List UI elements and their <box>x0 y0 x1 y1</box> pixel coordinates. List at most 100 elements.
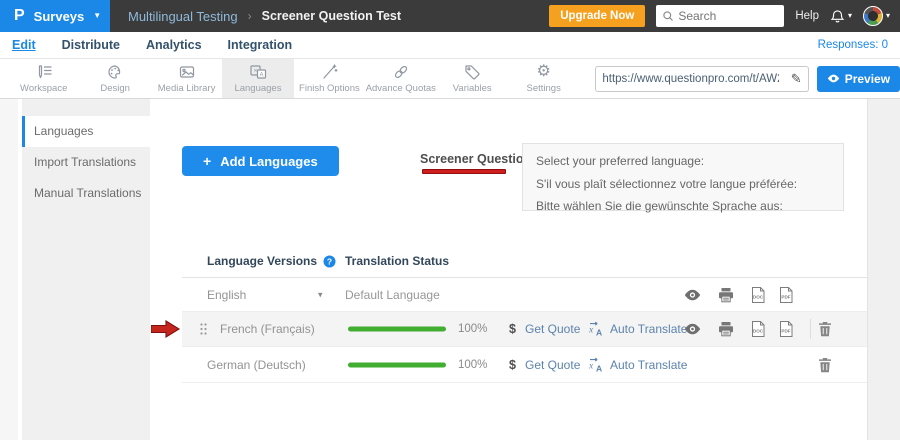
delete-trash-icon[interactable] <box>818 357 832 373</box>
svg-text:x: x <box>588 361 594 371</box>
global-search[interactable] <box>656 5 784 27</box>
languages-panel: + Add Languages Screener Question : Sele… <box>150 99 868 440</box>
help-circle-icon[interactable]: ? <box>323 255 336 268</box>
svg-text:DOC: DOC <box>753 294 764 299</box>
edit-toolbar: Workspace Design Media Library × A Langu… <box>0 59 900 99</box>
toolbar-label: Settings <box>527 83 561 94</box>
breadcrumb-survey-name[interactable]: Multilingual Testing <box>128 9 238 24</box>
sidebar-item-languages[interactable]: Languages <box>22 116 150 147</box>
tag-icon <box>463 63 481 81</box>
screener-option-german: Bitte wählen Sie die gewünschte Sprache … <box>536 195 830 218</box>
preview-button[interactable]: Preview <box>817 66 900 92</box>
gear-icon: ⚙ <box>536 63 550 81</box>
col-translation-status: Translation Status <box>345 254 449 268</box>
sidebar-item-import-translations[interactable]: Import Translations <box>22 147 150 178</box>
delete-trash-icon[interactable] <box>818 321 832 337</box>
get-quote-link[interactable]: Get Quote <box>525 322 580 336</box>
content-area: Languages Import Translations Manual Tra… <box>0 99 900 440</box>
language-name: English <box>207 288 246 302</box>
eye-icon <box>827 72 840 85</box>
preview-eye-icon[interactable] <box>684 323 701 336</box>
svg-text:A: A <box>259 72 263 78</box>
plus-icon: + <box>203 153 211 169</box>
drag-handle-icon[interactable] <box>199 323 208 336</box>
translate-icon: × A <box>249 63 267 81</box>
export-doc-icon[interactable]: DOC <box>750 321 766 338</box>
tab-edit[interactable]: Edit <box>12 38 36 52</box>
help-link[interactable]: Help <box>795 10 819 22</box>
breadcrumb-separator: › <box>248 9 252 23</box>
table-header: Language Versions ? Translation Status <box>182 245 867 278</box>
survey-nav: Edit Distribute Analytics Integration Re… <box>0 32 900 59</box>
translation-progress-bar <box>348 327 446 332</box>
add-languages-button[interactable]: + Add Languages <box>182 146 339 176</box>
translation-percent: 100% <box>458 359 487 371</box>
edit-url-icon[interactable]: ✎ <box>785 71 808 87</box>
preview-label: Preview <box>845 72 890 86</box>
page-margin-right <box>868 99 900 440</box>
dollar-icon[interactable]: $ <box>509 358 516 372</box>
toolbar-item-media-library[interactable]: Media Library <box>151 59 222 98</box>
toolbar-item-languages[interactable]: × A Languages <box>222 59 293 98</box>
auto-translate-icon[interactable]: x A <box>588 357 604 373</box>
toolbar-item-advance-quotas[interactable]: Advance Quotas <box>365 59 436 98</box>
auto-translate-link[interactable]: Auto Translate <box>610 322 687 336</box>
breadcrumb-page-name: Screener Question Test <box>262 9 401 23</box>
get-quote-link[interactable]: Get Quote <box>525 358 580 372</box>
upgrade-now-button[interactable]: Upgrade Now <box>549 5 645 27</box>
dollar-icon[interactable]: $ <box>509 322 516 336</box>
tab-analytics[interactable]: Analytics <box>146 38 202 52</box>
toolbar-item-settings[interactable]: ⚙ Settings <box>508 59 579 98</box>
toolbar-label: Workspace <box>20 83 67 94</box>
screener-option-english: Select your preferred language: <box>536 150 830 173</box>
toolbar-item-finish-options[interactable]: Finish Options <box>294 59 365 98</box>
chevron-down-icon: ▾ <box>886 12 890 20</box>
screener-option-french: S'il vous plaît sélectionnez votre langu… <box>536 173 830 196</box>
breadcrumb: Multilingual Testing › Screener Question… <box>128 9 401 24</box>
toolbar-label: Finish Options <box>299 83 360 94</box>
screener-question-box: Select your preferred language: S'il vou… <box>522 143 844 211</box>
default-language-select[interactable]: ▾ <box>318 289 323 300</box>
annotation-red-arrow <box>151 320 181 338</box>
toolbar-item-design[interactable]: Design <box>79 59 150 98</box>
palette-icon <box>106 63 124 81</box>
export-doc-icon[interactable]: DOC <box>750 286 766 303</box>
table-row-german: German (Deutsch) 100% $ Get Quote x A Au… <box>182 347 867 383</box>
table-row-french: French (Français) 100% $ Get Quote x A A… <box>182 312 867 347</box>
survey-url-input[interactable] <box>596 73 784 85</box>
preview-eye-icon[interactable] <box>684 288 701 301</box>
toolbar-label: Languages <box>234 83 281 94</box>
magic-wand-icon <box>320 63 338 81</box>
sidebar-item-manual-translations[interactable]: Manual Translations <box>22 178 150 209</box>
print-icon[interactable] <box>718 287 734 303</box>
product-name: Surveys <box>34 9 85 24</box>
toolbar-item-variables[interactable]: Variables <box>437 59 508 98</box>
svg-text:DOC: DOC <box>753 329 764 334</box>
language-name: French (Français) <box>220 322 315 336</box>
auto-translate-link[interactable]: Auto Translate <box>610 358 687 372</box>
bell-icon <box>830 9 845 24</box>
notifications-menu[interactable]: ▾ <box>830 9 852 24</box>
tab-integration[interactable]: Integration <box>228 38 293 52</box>
responses-count[interactable]: Responses: 0 <box>818 39 888 51</box>
translation-percent: 100% <box>458 323 487 335</box>
auto-translate-icon[interactable]: x A <box>588 321 604 337</box>
account-menu[interactable]: ▾ <box>863 6 890 26</box>
page-margin-left <box>0 99 18 440</box>
export-pdf-icon[interactable]: PDF <box>778 321 794 338</box>
print-icon[interactable] <box>718 321 734 337</box>
col-language-versions: Language Versions <box>207 254 317 268</box>
image-icon <box>178 63 196 81</box>
chevron-down-icon: ▾ <box>848 12 852 20</box>
toolbar-label: Variables <box>453 83 492 94</box>
top-bar: P Surveys ▼ Multilingual Testing › Scree… <box>0 0 900 32</box>
tab-distribute[interactable]: Distribute <box>62 38 120 52</box>
surveys-product-menu[interactable]: P Surveys ▼ <box>0 0 110 32</box>
survey-url-box: ✎ <box>595 66 808 92</box>
topbar-actions: Upgrade Now Help ▾ ▾ <box>549 5 900 27</box>
search-input[interactable] <box>678 9 774 23</box>
avatar <box>863 6 883 26</box>
export-pdf-icon[interactable]: PDF <box>778 286 794 303</box>
svg-text:A: A <box>596 363 602 373</box>
toolbar-item-workspace[interactable]: Workspace <box>8 59 79 98</box>
